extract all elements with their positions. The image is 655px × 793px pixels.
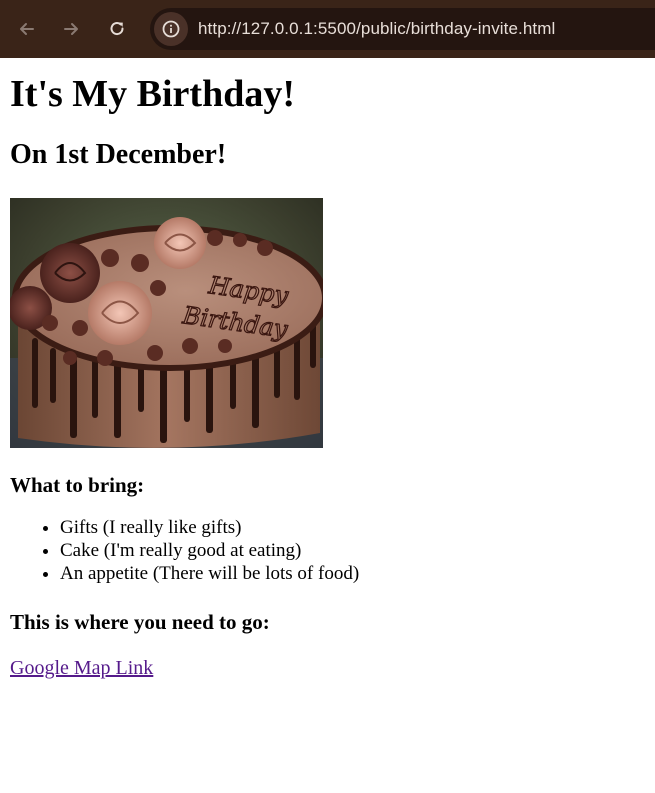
list-item: An appetite (There will be lots of food) [60, 562, 645, 585]
list-item: Gifts (I really like gifts) [60, 516, 645, 539]
arrow-right-icon [64, 23, 78, 35]
info-icon [162, 20, 180, 38]
arrow-left-icon [20, 23, 34, 35]
page-subtitle: On 1st December! [10, 139, 227, 170]
page-content: It's My Birthday! On 1st December! Happy… [0, 72, 655, 680]
address-bar[interactable]: http://127.0.0.1:5500/public/birthday-in… [150, 8, 655, 50]
page-title: It's My Birthday! [10, 73, 295, 115]
forward-button[interactable] [54, 12, 88, 46]
where-to-go-heading: This is where you need to go: [10, 610, 270, 634]
google-map-link[interactable]: Google Map Link [10, 657, 153, 680]
reload-icon [110, 22, 124, 36]
browser-toolbar: http://127.0.0.1:5500/public/birthday-in… [0, 0, 655, 58]
bring-list: Gifts (I really like gifts) Cake (I'm re… [10, 516, 645, 585]
what-to-bring-heading: What to bring: [10, 473, 145, 497]
list-item: Cake (I'm really good at eating) [60, 539, 645, 562]
birthday-cake-image: Happy Birthday [10, 198, 323, 448]
site-info-button[interactable] [154, 12, 188, 46]
reload-button[interactable] [100, 12, 134, 46]
url-text[interactable]: http://127.0.0.1:5500/public/birthday-in… [198, 19, 555, 39]
back-button[interactable] [10, 12, 44, 46]
